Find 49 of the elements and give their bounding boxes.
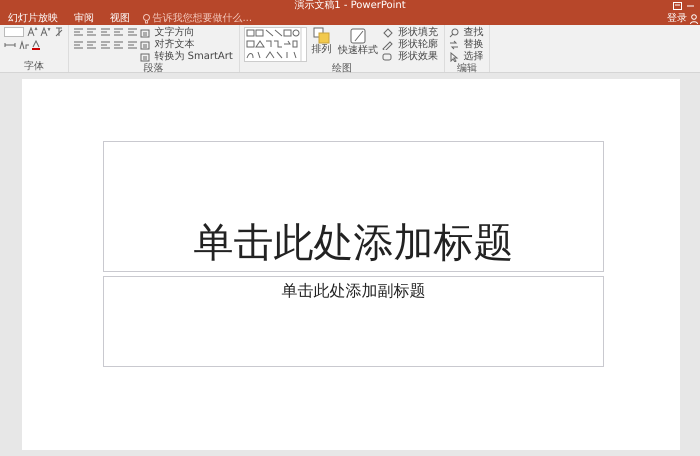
- case-icon[interactable]: [18, 40, 30, 50]
- ribbon-tab[interactable]: 幻灯片放映: [0, 12, 66, 24]
- bullets-icon[interactable]: [72, 27, 84, 37]
- shapes-gallery[interactable]: [244, 27, 307, 62]
- clear-format-icon[interactable]: [54, 27, 64, 37]
- title-placeholder[interactable]: 单击此处添加标题: [103, 141, 604, 272]
- select-button[interactable]: 选择: [461, 51, 486, 63]
- align-left-icon[interactable]: [72, 40, 84, 50]
- subtitle-placeholder[interactable]: 单击此处添加副标题: [103, 276, 604, 367]
- numbering-icon[interactable]: [86, 27, 97, 37]
- grow-font-icon[interactable]: [26, 27, 38, 37]
- font-color-icon[interactable]: [32, 40, 40, 50]
- text-direction-button[interactable]: 文字方向: [152, 27, 196, 39]
- pencil-icon[interactable]: [382, 40, 394, 50]
- arrange-icon[interactable]: [312, 27, 330, 44]
- align-text-button[interactable]: 对齐文本: [152, 39, 196, 51]
- lightbulb-icon[interactable]: [143, 14, 150, 24]
- justify-icon[interactable]: [113, 40, 124, 50]
- replace-icon[interactable]: [448, 40, 459, 50]
- sign-in-link[interactable]: 登录: [667, 12, 687, 24]
- arrange-button[interactable]: 排列: [309, 27, 334, 63]
- shape-effects-icon[interactable]: [382, 52, 394, 62]
- ribbon-options-icon[interactable]: [673, 2, 682, 10]
- shrink-font-icon[interactable]: [40, 27, 51, 37]
- replace-button[interactable]: 替换: [461, 39, 486, 51]
- decrease-indent-icon[interactable]: [100, 27, 110, 37]
- person-icon[interactable]: [690, 14, 698, 24]
- shape-effects-button[interactable]: 形状效果: [396, 51, 440, 63]
- group-label: 绘图: [330, 63, 353, 74]
- convert-smartart-button[interactable]: 转换为 SmartArt: [152, 51, 235, 63]
- find-button[interactable]: 查找: [461, 27, 486, 39]
- smartart-icon[interactable]: [140, 52, 150, 62]
- shape-fill-button[interactable]: 形状填充: [396, 27, 440, 39]
- increase-indent-icon[interactable]: [113, 27, 124, 37]
- group-label: 段落: [142, 63, 165, 74]
- group-label: 编辑: [456, 63, 478, 74]
- cursor-icon[interactable]: [448, 52, 459, 62]
- align-right-icon[interactable]: [100, 40, 110, 50]
- font-size-field[interactable]: [4, 27, 24, 37]
- align-center-icon[interactable]: [86, 40, 97, 50]
- ribbon-tab[interactable]: 审阅: [66, 12, 102, 24]
- align-text-icon[interactable]: [140, 40, 150, 50]
- text-direction-icon[interactable]: [140, 28, 150, 38]
- pen-icon[interactable]: [348, 27, 367, 45]
- shape-outline-button[interactable]: 形状轮廓: [396, 39, 440, 51]
- ribbon-tab[interactable]: 视图: [102, 12, 138, 24]
- quick-styles-button[interactable]: 快速样式: [336, 27, 380, 63]
- group-label: 字体: [22, 61, 45, 72]
- search-icon[interactable]: [448, 28, 459, 38]
